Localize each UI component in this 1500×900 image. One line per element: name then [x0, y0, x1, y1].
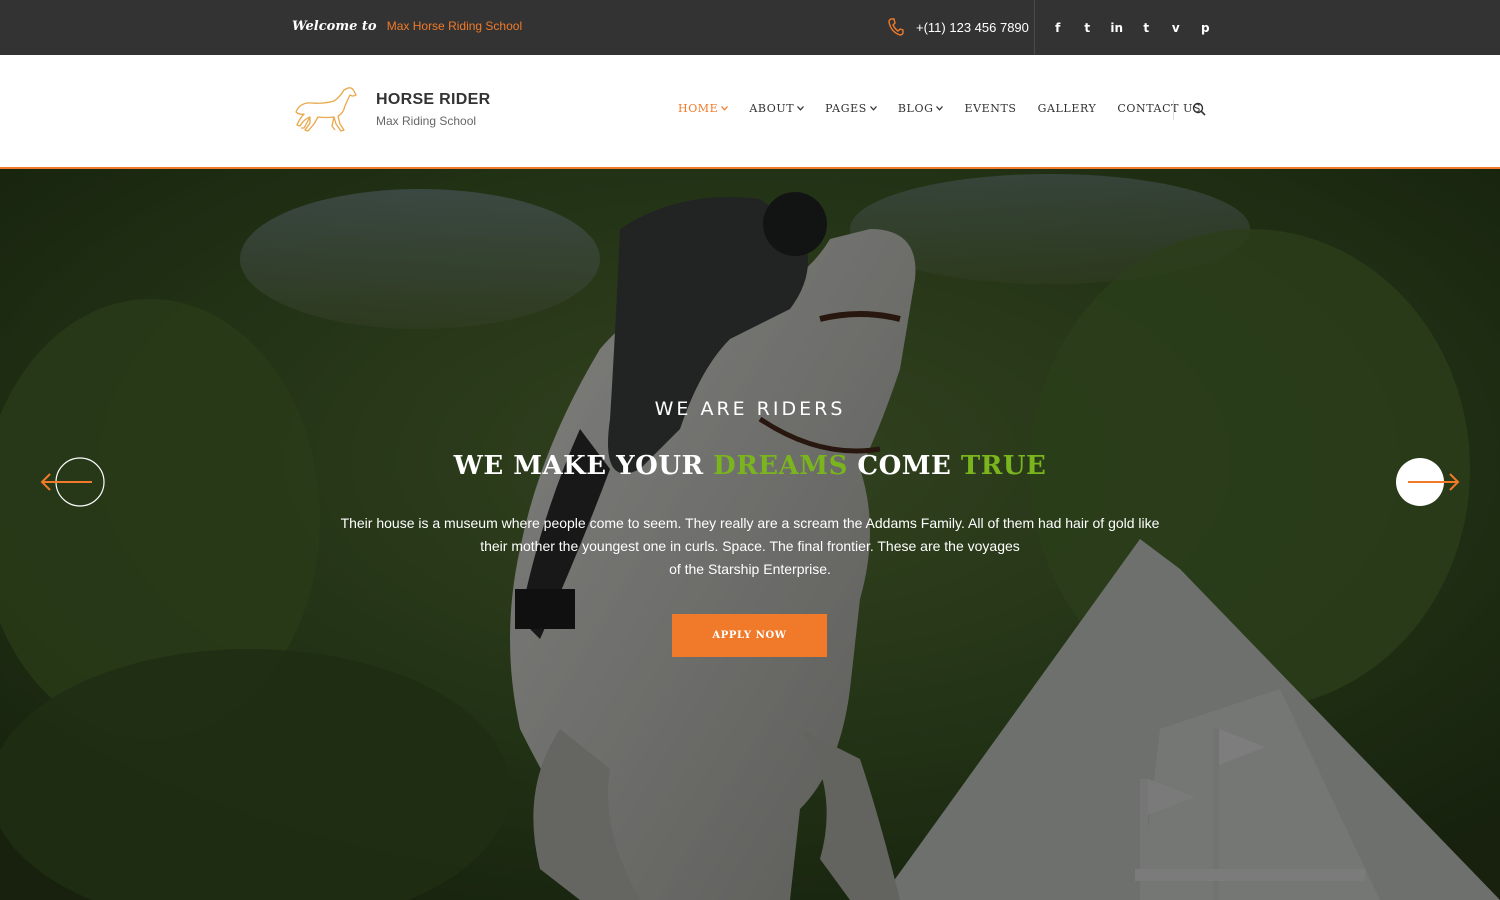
- nav-item-label: HOME: [678, 102, 719, 115]
- welcome-script-text: Welcome to: [292, 19, 377, 34]
- headline-highlight-true: TRUE: [960, 451, 1047, 481]
- phone-contact[interactable]: +(11) 123 456 7890: [888, 18, 1029, 36]
- hero-headline: WE MAKE YOUR DREAMS COME TRUE: [0, 451, 1500, 481]
- phone-icon: [888, 18, 904, 36]
- horse-logo-icon[interactable]: [290, 84, 360, 136]
- nav-item-contact-us[interactable]: CONTACT US: [1117, 102, 1201, 115]
- nav-item-about[interactable]: ABOUT: [749, 102, 805, 115]
- pinterest-icon[interactable]: p: [1191, 0, 1221, 55]
- hero-eyebrow: WE ARE RIDERS: [654, 398, 846, 420]
- welcome-message: Welcome to Max Horse Riding School: [292, 19, 522, 34]
- apply-now-button[interactable]: APPLY NOW: [672, 614, 827, 657]
- twitter-icon[interactable]: t: [1073, 0, 1103, 55]
- facebook-icon[interactable]: f: [1043, 0, 1073, 55]
- school-name: Max Horse Riding School: [386, 19, 523, 33]
- site-header: HORSE RIDER Max Riding School HOME ABOUT P…: [0, 55, 1500, 169]
- brand-subtitle: Max Riding School: [376, 114, 477, 128]
- search-icon[interactable]: [1192, 102, 1206, 116]
- linkedin-icon[interactable]: in: [1102, 0, 1132, 55]
- chevron-down-icon: [721, 106, 729, 111]
- vimeo-icon[interactable]: v: [1161, 0, 1191, 55]
- slider-next-arrow-icon[interactable]: [1394, 453, 1464, 511]
- nav-item-label: CONTACT US: [1117, 102, 1202, 115]
- hero-description: Their house is a museum where people com…: [330, 512, 1170, 581]
- hero-description-line: of the Starship Enterprise.: [669, 561, 831, 577]
- nav-divider: [1173, 100, 1174, 120]
- nav-item-gallery[interactable]: GALLERY: [1038, 102, 1097, 115]
- nav-item-pages[interactable]: PAGES: [825, 102, 877, 115]
- headline-part-1: WE MAKE YOUR: [453, 451, 714, 481]
- hero-description-line: their mother the youngest one in curls. …: [480, 538, 1020, 554]
- social-links: f t in t v p: [1034, 0, 1220, 55]
- nav-item-events[interactable]: EVENTS: [964, 102, 1016, 115]
- hero-slider: WE ARE RIDERS WE MAKE YOUR DREAMS COME T…: [0, 169, 1500, 900]
- chevron-down-icon: [936, 106, 944, 111]
- nav-item-home[interactable]: HOME: [678, 102, 729, 115]
- nav-item-label: BLOG: [897, 102, 934, 115]
- chevron-down-icon: [797, 106, 805, 111]
- nav-item-label: EVENTS: [964, 102, 1017, 115]
- nav-item-blog[interactable]: BLOG: [898, 102, 944, 115]
- headline-highlight-dreams: DREAMS: [713, 451, 848, 481]
- main-navigation: HOME ABOUT PAGES BLOG EVENTS GALLERY CONTACT U…: [678, 102, 1222, 115]
- brand-title[interactable]: HORSE RIDER: [376, 91, 490, 109]
- phone-number[interactable]: +(11) 123 456 7890: [916, 20, 1029, 35]
- top-bar: Welcome to Max Horse Riding School +(11)…: [0, 0, 1500, 55]
- headline-part-2: COME: [847, 451, 961, 481]
- nav-item-label: GALLERY: [1037, 102, 1097, 115]
- nav-item-label: PAGES: [825, 102, 867, 115]
- slider-prev-arrow-icon[interactable]: [38, 453, 108, 511]
- tumblr-icon[interactable]: t: [1132, 0, 1162, 55]
- hero-description-line: Their house is a museum where people com…: [340, 515, 1160, 531]
- nav-item-label: ABOUT: [749, 102, 795, 115]
- chevron-down-icon: [869, 106, 877, 111]
